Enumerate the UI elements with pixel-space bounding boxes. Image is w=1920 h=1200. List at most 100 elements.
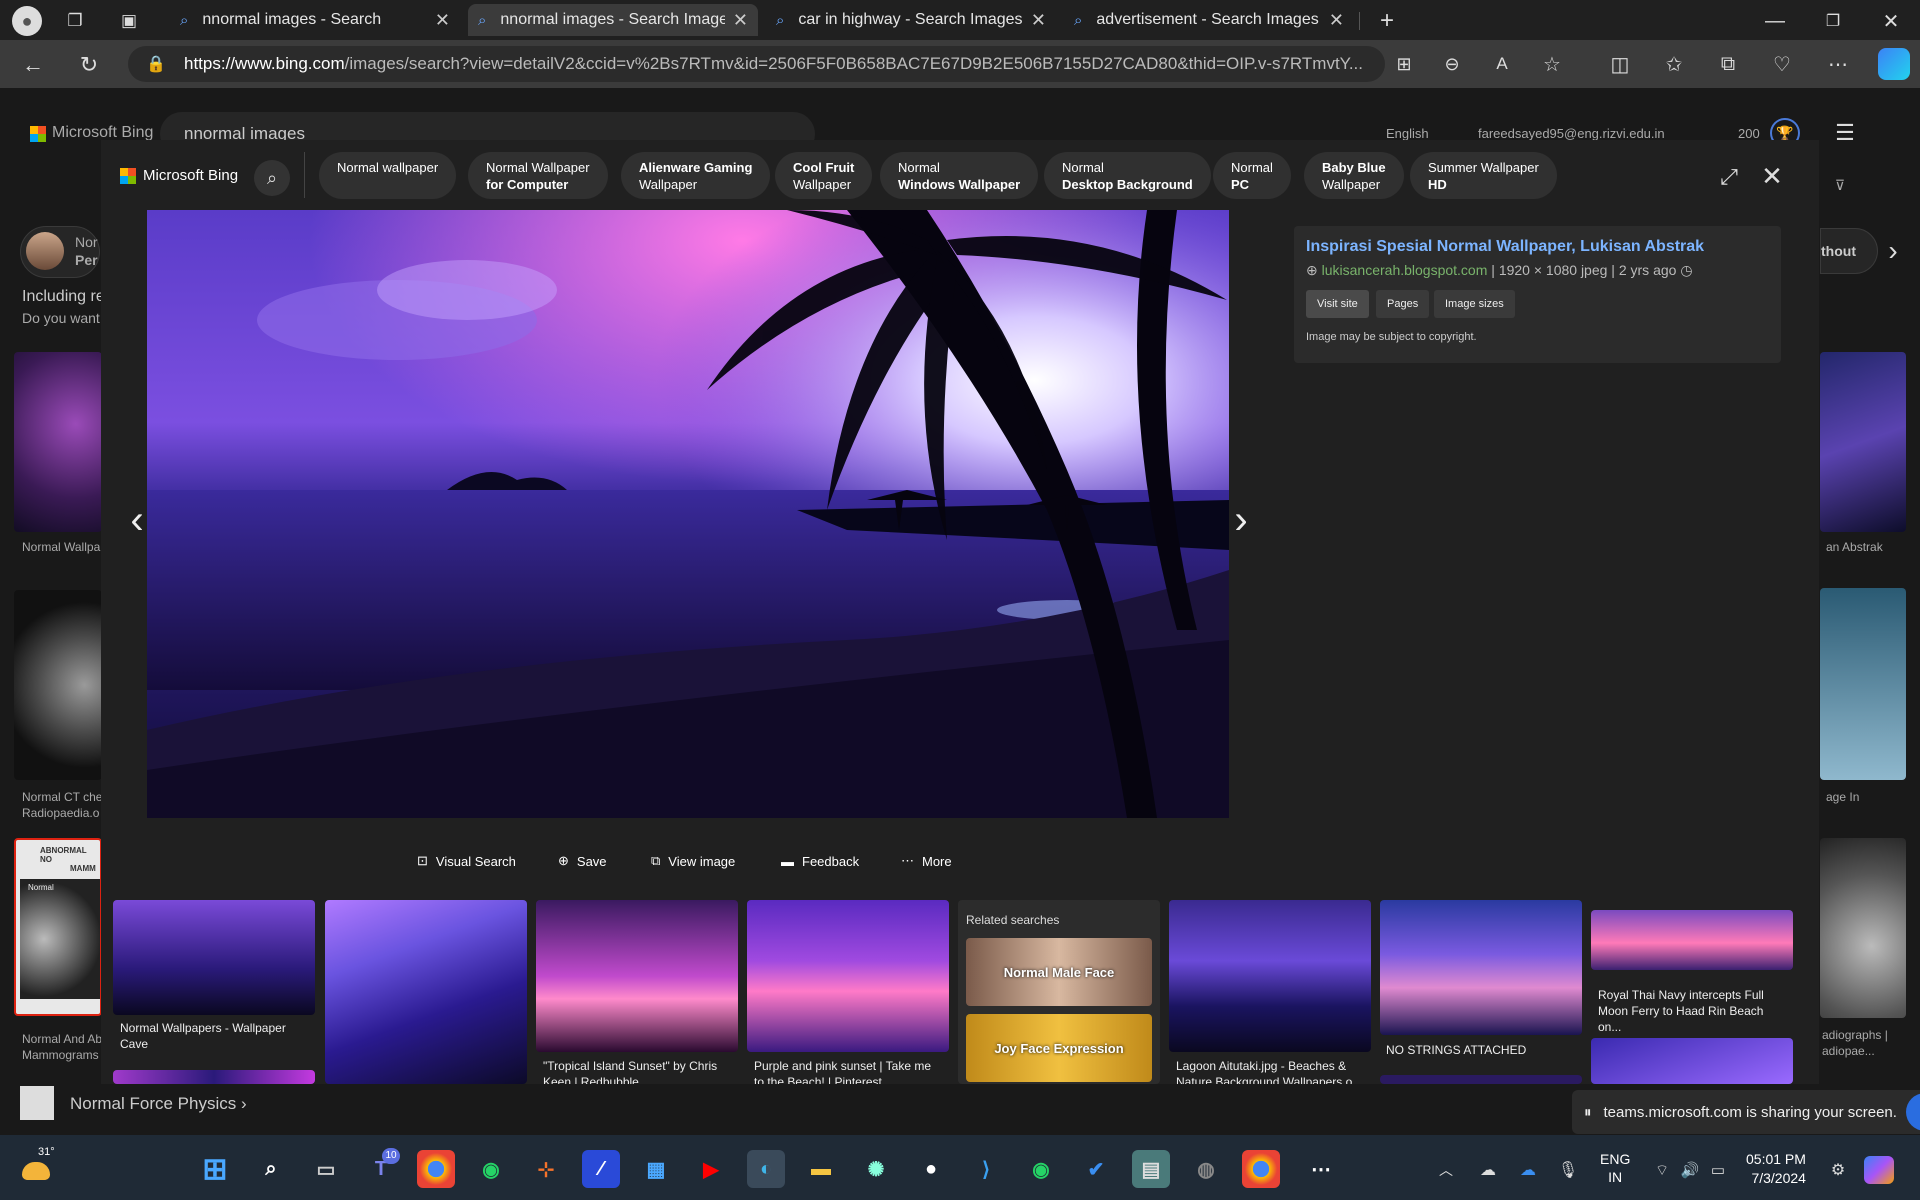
- weather-widget[interactable]: 31°: [22, 1146, 56, 1186]
- lock-icon[interactable]: 🔒: [144, 52, 168, 76]
- edge-icon[interactable]: ◐: [747, 1150, 785, 1188]
- related-caption[interactable]: Royal Thai Navy intercepts Full Moon Fer…: [1598, 987, 1788, 1035]
- image-title-link[interactable]: Inspirasi Spesial Normal Wallpaper, Luki…: [1306, 238, 1704, 256]
- copilot-taskbar-icon[interactable]: [1864, 1156, 1894, 1184]
- close-tab-icon[interactable]: ✕: [733, 10, 748, 31]
- save-button[interactable]: ⊕ Save: [558, 850, 607, 872]
- chip-normal-pc[interactable]: Normal PC: [1213, 152, 1291, 199]
- result-caption[interactable]: Mammograms: [22, 1048, 99, 1062]
- whatsapp-2-icon[interactable]: ◉: [1022, 1150, 1060, 1188]
- visit-site-button[interactable]: Visit site: [1306, 290, 1369, 318]
- related-thumb[interactable]: [1591, 910, 1793, 970]
- browser-essentials-icon[interactable]: ♡: [1768, 50, 1796, 78]
- result-caption[interactable]: age In: [1826, 790, 1859, 804]
- wifi-icon[interactable]: ⌔: [1650, 1158, 1674, 1182]
- related-caption[interactable]: NO STRINGS ATTACHED: [1386, 1042, 1526, 1058]
- zoom-icon[interactable]: ⊖: [1438, 50, 1466, 78]
- volume-icon[interactable]: 🔊: [1678, 1158, 1702, 1182]
- microphone-icon[interactable]: 🎙: [1556, 1158, 1580, 1182]
- result-caption[interactable]: an Abstrak: [1826, 540, 1883, 554]
- close-overlay-icon[interactable]: ✕: [1756, 160, 1788, 192]
- chip-normal-wallpaper[interactable]: Normal wallpaper: [319, 152, 457, 199]
- chevron-right-icon[interactable]: ›: [1878, 234, 1908, 268]
- split-screen-icon[interactable]: ◫: [1606, 50, 1634, 78]
- result-thumb[interactable]: [14, 590, 102, 780]
- filter-icon[interactable]: ⊽: [1820, 174, 1860, 196]
- language-selector[interactable]: English: [1386, 126, 1429, 141]
- more-menu-icon[interactable]: ⋯: [1824, 50, 1852, 78]
- read-aloud-icon[interactable]: A: [1488, 50, 1516, 78]
- related-thumb[interactable]: [1380, 900, 1582, 1035]
- app-available-icon[interactable]: ⊞: [1390, 50, 1418, 78]
- previous-image-icon[interactable]: ‹: [122, 495, 152, 545]
- result-thumb[interactable]: [1820, 838, 1906, 1018]
- related-thumb[interactable]: [1380, 1075, 1582, 1084]
- favorite-star-icon[interactable]: ☆: [1538, 50, 1566, 78]
- chip-partial[interactable]: thout: [1820, 228, 1878, 274]
- collections-icon[interactable]: ⧉: [1714, 50, 1742, 78]
- restore-icon[interactable]: ❐: [1818, 6, 1848, 36]
- visual-search-button[interactable]: ⊡ Visual Search: [417, 850, 516, 872]
- more-apps-icon[interactable]: ⋯: [1302, 1150, 1340, 1188]
- result-thumb[interactable]: [1820, 352, 1906, 532]
- overlay-logo-text[interactable]: Microsoft Bing: [143, 167, 238, 184]
- result-caption[interactable]: Normal And Ab: [22, 1032, 102, 1046]
- pause-icon[interactable]: ⏸: [1584, 1104, 1592, 1121]
- related-thumb[interactable]: [747, 900, 949, 1052]
- related-thumb[interactable]: [113, 1070, 315, 1084]
- app-dark-icon[interactable]: ◍: [1187, 1150, 1225, 1188]
- view-image-button[interactable]: ⧉ View image: [651, 850, 735, 872]
- hamburger-menu-icon[interactable]: ☰: [1830, 118, 1860, 148]
- clock[interactable]: 05:01 PM 7/3/2024: [1746, 1150, 1806, 1188]
- image-sizes-button[interactable]: Image sizes: [1434, 290, 1515, 318]
- onedrive-warning-icon[interactable]: ☁: [1516, 1158, 1540, 1182]
- whatsapp-icon[interactable]: ◉: [472, 1150, 510, 1188]
- result-thumb[interactable]: [1820, 588, 1906, 780]
- related-thumb[interactable]: [1591, 1038, 1793, 1084]
- result-caption[interactable]: Radiopaedia.o: [22, 806, 99, 820]
- new-tab-icon[interactable]: +: [1372, 6, 1402, 36]
- chip-cool-fruit[interactable]: Cool Fruit Wallpaper: [775, 152, 873, 199]
- copilot-icon[interactable]: [1878, 48, 1910, 80]
- close-tab-icon[interactable]: ✕: [435, 10, 450, 31]
- chip-normal-wallpaper-computer[interactable]: Normal Wallpaper for Computer: [468, 152, 608, 199]
- app-orange-icon[interactable]: ⊹: [527, 1150, 565, 1188]
- related-caption[interactable]: Purple and pink sunset | Take me to the …: [754, 1058, 944, 1084]
- chrome-profile-icon[interactable]: [1242, 1150, 1280, 1188]
- pages-button[interactable]: Pages: [1376, 290, 1430, 318]
- todo-icon[interactable]: ✔: [1077, 1150, 1115, 1188]
- store-icon[interactable]: ▦: [637, 1150, 675, 1188]
- result-thumb-mammogram[interactable]: ABNORMAL NO MAMM Normal: [14, 838, 102, 1016]
- result-thumb[interactable]: [14, 352, 102, 532]
- back-icon[interactable]: ←: [18, 50, 48, 80]
- app-teal-icon[interactable]: ▤: [1132, 1150, 1170, 1188]
- tab-1[interactable]: ⌕ nnormal images - Search ✕: [170, 4, 460, 36]
- close-window-icon[interactable]: ✕: [1876, 6, 1906, 36]
- related-search-normal-male-face[interactable]: Normal Male Face: [966, 938, 1152, 1006]
- profile-avatar[interactable]: ●: [12, 6, 42, 36]
- result-caption[interactable]: adiographs |: [1822, 1028, 1888, 1042]
- related-suggestion[interactable]: Normal Force Physics ›: [70, 1094, 247, 1114]
- result-caption[interactable]: adiopae...: [1822, 1044, 1875, 1058]
- search-taskbar-icon[interactable]: ⌕: [252, 1150, 290, 1188]
- refresh-icon[interactable]: ↻: [74, 50, 104, 80]
- result-caption[interactable]: Normal Wallpa: [22, 540, 100, 554]
- tab-2-active[interactable]: ⌕ nnormal images - Search Images ✕: [468, 4, 758, 36]
- app-blue-icon[interactable]: ⁄: [582, 1150, 620, 1188]
- expand-icon[interactable]: ⤢: [1714, 162, 1744, 192]
- tab-4[interactable]: ⌕ advertisement - Search Images ✕: [1064, 4, 1354, 36]
- related-caption[interactable]: "Tropical Island Sunset" by Chris Keen |…: [543, 1058, 733, 1084]
- favorites-icon[interactable]: ✩: [1660, 50, 1688, 78]
- workspaces-icon[interactable]: ❐: [62, 8, 88, 34]
- file-explorer-icon[interactable]: ▬: [802, 1150, 840, 1188]
- chrome-icon[interactable]: [417, 1150, 455, 1188]
- source-domain[interactable]: lukisancerah.blogspot.com: [1322, 262, 1488, 278]
- chatgpt-icon[interactable]: ✺: [857, 1150, 895, 1188]
- tab-3[interactable]: ⌕ car in highway - Search Images ✕: [766, 4, 1056, 36]
- related-thumb-selected[interactable]: [325, 900, 527, 1084]
- related-thumb[interactable]: [113, 900, 315, 1015]
- related-caption[interactable]: Lagoon Aitutaki.jpg - Beaches & Nature B…: [1176, 1058, 1366, 1084]
- youtube-icon[interactable]: ▶: [692, 1150, 730, 1188]
- user-email[interactable]: fareedsayed95@eng.rizvi.edu.in: [1478, 126, 1665, 141]
- onedrive-icon[interactable]: ☁: [1476, 1158, 1500, 1182]
